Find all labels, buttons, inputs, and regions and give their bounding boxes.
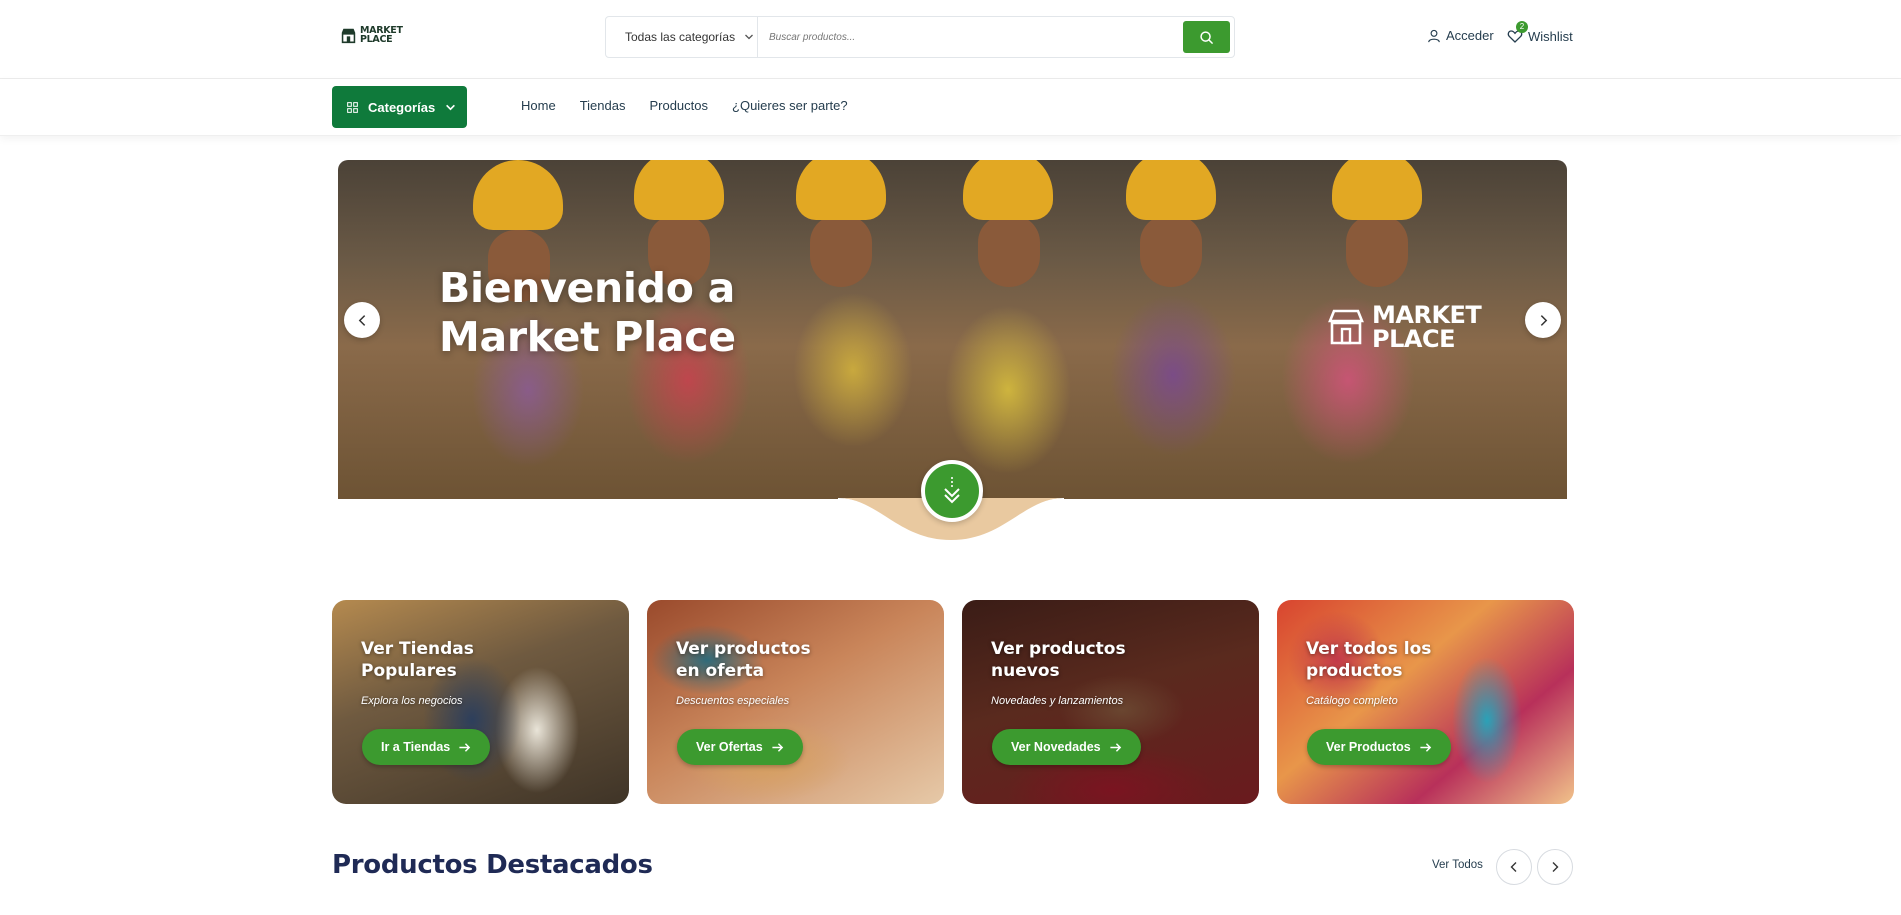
hero-figure: [1346, 215, 1408, 287]
main-nav: Categorías Home Tiendas Productos ¿Quier…: [0, 79, 1901, 136]
featured-next-button[interactable]: [1537, 849, 1573, 885]
hero-figure-headwrap: [473, 160, 563, 230]
card-title-line1: Ver productos: [676, 639, 811, 659]
card-subtitle: Catálogo completo: [1306, 695, 1398, 707]
wishlist-label: Wishlist: [1528, 28, 1573, 44]
card-subtitle: Explora los negocios: [361, 695, 463, 707]
hero-figure: [978, 215, 1040, 287]
nav-links: Home Tiendas Productos ¿Quieres ser part…: [521, 98, 848, 113]
promo-card-offers[interactable]: Ver productos en oferta Descuentos espec…: [647, 600, 944, 804]
card-title-line2: nuevos: [991, 661, 1060, 681]
hero-figure-headwrap: [796, 160, 886, 220]
logo-text: MARKET PLACE: [360, 26, 403, 45]
wishlist-link[interactable]: 2 Wishlist: [1507, 21, 1573, 44]
nav-link-home[interactable]: Home: [521, 98, 556, 113]
nav-link-tiendas[interactable]: Tiendas: [580, 98, 626, 113]
see-offers-button[interactable]: Ver Ofertas: [677, 729, 803, 765]
card-button-label: Ver Ofertas: [696, 740, 763, 754]
search-input[interactable]: [758, 17, 1183, 57]
card-title-line1: Ver productos: [991, 639, 1126, 659]
logo-line2: PLACE: [360, 34, 393, 45]
site-logo[interactable]: MARKET PLACE: [340, 24, 410, 46]
account-link[interactable]: Acceder: [1427, 28, 1494, 43]
store-icon: [1328, 309, 1364, 345]
card-title: Ver Tiendas Populares: [361, 638, 561, 682]
card-title-line1: Ver todos los: [1306, 639, 1432, 659]
arrow-right-icon: [1420, 742, 1431, 752]
grid-icon: [347, 101, 358, 113]
nav-link-join[interactable]: ¿Quieres ser parte?: [732, 98, 848, 113]
chevron-down-icon: [446, 104, 456, 110]
card-subtitle: Novedades y lanzamientos: [991, 695, 1124, 707]
arrow-right-icon: [1110, 742, 1121, 752]
chevron-right-icon: [1540, 314, 1547, 326]
go-to-stores-button[interactable]: Ir a Tiendas: [362, 729, 491, 765]
hero-title-line2: Market Place: [439, 313, 736, 361]
arrow-right-icon: [772, 742, 783, 752]
category-select[interactable]: Todas las categorías: [606, 17, 758, 57]
hero-figure-headwrap: [963, 160, 1053, 220]
hero-figure-headwrap: [1332, 160, 1422, 220]
see-new-button[interactable]: Ver Novedades: [992, 729, 1141, 765]
user-icon: [1428, 29, 1440, 42]
featured-products-title: Productos Destacados: [332, 850, 653, 880]
categories-button[interactable]: Categorías: [332, 86, 467, 128]
chevron-down-icon: [745, 34, 754, 40]
hero-logo-line1: MARKET: [1372, 301, 1482, 329]
hero-figure: [1140, 215, 1202, 287]
card-title: Ver productos nuevos: [991, 638, 1191, 682]
search-bar: Todas las categorías: [605, 16, 1235, 58]
arrow-right-icon: [459, 742, 471, 752]
hero-prev-button[interactable]: [344, 302, 380, 338]
featured-prev-button[interactable]: [1496, 849, 1532, 885]
promo-card-all[interactable]: Ver todos los productos Catálogo complet…: [1277, 600, 1574, 804]
card-title: Ver productos en oferta: [676, 638, 876, 682]
hero-next-button[interactable]: [1525, 302, 1561, 338]
categories-label: Categorías: [368, 99, 436, 115]
wishlist-count-badge: 2: [1516, 21, 1528, 33]
header-top: MARKET PLACE Todas las categorías Accede…: [0, 0, 1901, 79]
hero-logo: MARKET PLACE: [1326, 301, 1482, 353]
hero-title-line1: Bienvenido a: [439, 264, 735, 312]
nav-link-productos[interactable]: Productos: [649, 98, 708, 113]
card-button-label: Ver Productos: [1326, 740, 1411, 754]
chevron-right-icon: [1552, 862, 1559, 872]
search-icon: [1200, 30, 1213, 44]
see-products-button[interactable]: Ver Productos: [1307, 729, 1451, 765]
card-button-label: Ver Novedades: [1011, 740, 1101, 754]
card-title-line2: Populares: [361, 661, 457, 681]
hero-logo-line2: PLACE: [1372, 325, 1455, 353]
see-all-link[interactable]: Ver Todos: [1432, 859, 1483, 871]
category-select-label: Todas las categorías: [625, 30, 736, 44]
promo-card-stores[interactable]: Ver Tiendas Populares Explora los negoci…: [332, 600, 629, 804]
hero-title: Bienvenido a Market Place: [439, 264, 736, 362]
wishlist-icon-wrap: 2: [1507, 21, 1528, 44]
card-title: Ver todos los productos: [1306, 638, 1506, 682]
card-title-line2: productos: [1306, 661, 1403, 681]
hero-figure: [810, 215, 872, 287]
card-title-line2: en oferta: [676, 661, 765, 681]
double-chevron-down-icon: [944, 477, 960, 504]
account-label: Acceder: [1446, 28, 1494, 43]
card-title-line1: Ver Tiendas: [361, 639, 474, 659]
promo-card-new[interactable]: Ver productos nuevos Novedades y lanzami…: [962, 600, 1259, 804]
scroll-down-button[interactable]: [921, 460, 983, 522]
search-button[interactable]: [1183, 21, 1230, 53]
store-icon: [341, 28, 356, 43]
hero-figure-headwrap: [1126, 160, 1216, 220]
card-subtitle: Descuentos especiales: [676, 695, 790, 707]
chevron-left-icon: [1510, 862, 1517, 872]
hero-figure-headwrap: [634, 160, 724, 220]
hero-banner: Bienvenido a Market Place MARKET PLACE: [338, 160, 1567, 499]
promo-cards: Ver Tiendas Populares Explora los negoci…: [332, 600, 1574, 804]
chevron-left-icon: [358, 314, 365, 326]
hero-logo-text: MARKET PLACE: [1372, 301, 1482, 353]
card-button-label: Ir a Tiendas: [381, 740, 451, 754]
